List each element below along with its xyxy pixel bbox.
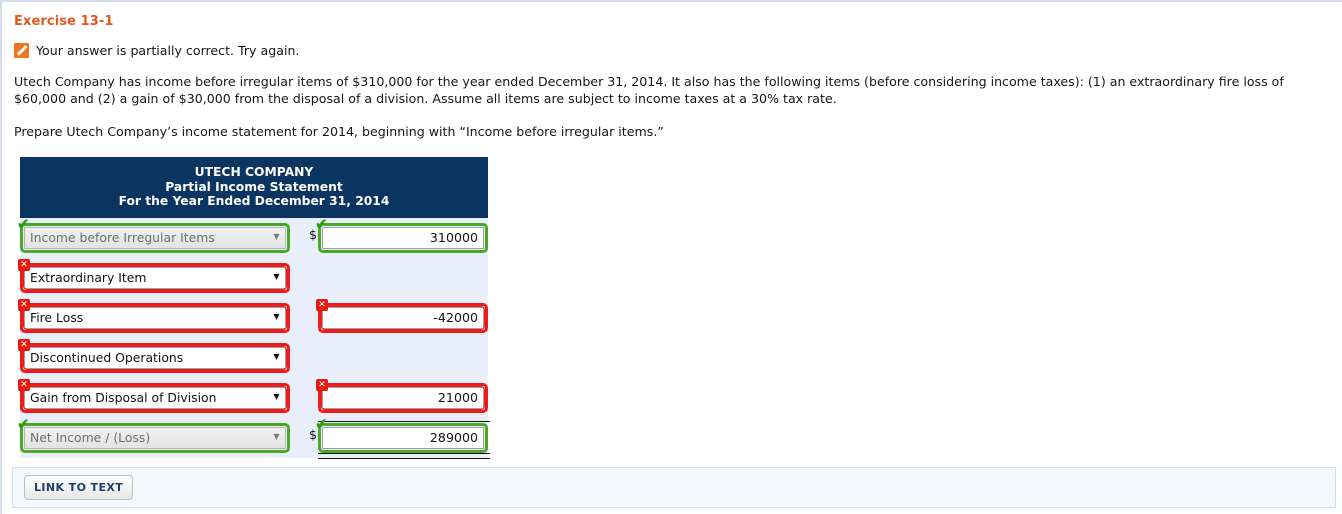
statement-line-select[interactable]: Discontinued Operations ▼ (24, 346, 286, 369)
statement-row: ✔ Net Income / (Loss) ▼ $ ✔ (17, 416, 490, 459)
income-statement-table: UTECH COMPANY Partial Income Statement F… (17, 157, 490, 459)
total-double-rule (318, 452, 490, 459)
statement-row: ✕Fire Loss▼$✕ (18, 298, 488, 338)
exercise-title: Exercise 13-1 (14, 14, 114, 29)
statement-line-select[interactable]: Fire Loss ▼ (24, 306, 286, 329)
subtotal-rule (318, 420, 490, 422)
statement-row-label-cell: ✔ Net Income / (Loss) ▼ (17, 416, 305, 453)
statement-line-select[interactable]: Gain from Disposal of Division ▼ (24, 386, 286, 409)
chevron-down-icon: ▼ (273, 351, 280, 361)
answer-status-text: Your answer is partially correct. Try ag… (36, 43, 300, 58)
statement-period: For the Year Ended December 31, 2014 (118, 194, 390, 209)
statement-row-amount-cell (310, 338, 314, 343)
chevron-down-icon: ▼ (273, 431, 280, 441)
chevron-down-icon: ▼ (273, 271, 280, 281)
cross-icon: ✕ (18, 298, 30, 311)
incorrect-outline: ✕ (316, 298, 488, 333)
amount-input[interactable] (322, 426, 484, 449)
check-icon: ✔ (315, 414, 328, 433)
cross-icon: ✕ (316, 298, 328, 311)
partial-correct-icon (14, 43, 29, 58)
statement-row-label-cell: ✕ Gain from Disposal of Division ▼ (18, 378, 305, 413)
statement-row: ✕ Discontinued Operations ▼ (18, 338, 488, 378)
statement-row-amount-cell: $ ✔ (305, 216, 488, 253)
exercise-page: Exercise 13-1 Your answer is partially c… (0, 0, 1342, 514)
incorrect-outline: ✕ Extraordinary Item ▼ (18, 258, 290, 293)
cross-icon: ✕ (18, 258, 30, 271)
statement-row-label-cell: ✕ Discontinued Operations ▼ (18, 338, 310, 373)
problem-instruction: Prepare Utech Company’s income statement… (14, 124, 664, 139)
correct-outline: ✔ (315, 216, 488, 253)
statement-header: UTECH COMPANY Partial Income Statement F… (20, 157, 488, 218)
footer-bar: LINK TO TEXT (12, 467, 1336, 508)
cross-icon: ✕ (18, 378, 30, 391)
problem-paragraph: Utech Company has income before irregula… (14, 74, 1284, 106)
incorrect-outline: ✕ (316, 378, 488, 413)
statement-line-select[interactable]: Extraordinary Item ▼ (24, 266, 286, 289)
incorrect-outline: ✕ Fire Loss ▼ (18, 298, 290, 333)
statement-row-label-cell: ✔ Income before Irregular Items ▼ (17, 216, 305, 253)
check-icon: ✔ (17, 414, 30, 433)
statement-row-label-cell: ✕ Fire Loss ▼ (18, 298, 305, 333)
statement-title: Partial Income Statement (165, 179, 343, 194)
incorrect-outline: ✕ Gain from Disposal of Division ▼ (18, 378, 290, 413)
chevron-down-icon: ▼ (273, 311, 280, 321)
chevron-down-icon: ▼ (273, 231, 280, 241)
statement-row-amount-cell: $✕ (305, 298, 488, 333)
statement-line-select[interactable]: Net Income / (Loss) ▼ (24, 426, 286, 449)
statement-line-select[interactable]: Income before Irregular Items ▼ (24, 226, 286, 249)
answer-status: Your answer is partially correct. Try ag… (14, 43, 1334, 58)
statement-row-label-cell: ✕ Extraordinary Item ▼ (18, 258, 310, 293)
link-to-text-button[interactable]: LINK TO TEXT (24, 475, 134, 500)
amount-input[interactable] (322, 306, 484, 329)
cross-icon: ✕ (18, 338, 30, 351)
amount-input[interactable] (322, 386, 484, 409)
chevron-down-icon: ▼ (273, 391, 280, 401)
statement-row-amount-cell: $ ✔ (305, 416, 490, 459)
statement-company: UTECH COMPANY (194, 165, 314, 179)
correct-outline: ✔ (315, 416, 488, 453)
correct-outline: ✔ Net Income / (Loss) ▼ (17, 416, 290, 453)
statement-row-amount-cell: $✕ (305, 378, 488, 413)
cross-icon: ✕ (316, 378, 328, 391)
amount-box: ✔ (315, 216, 488, 253)
amount-input[interactable] (322, 226, 484, 249)
statement-row-amount-cell (310, 258, 314, 263)
check-icon: ✔ (315, 214, 328, 233)
correct-outline: ✔ Income before Irregular Items ▼ (17, 216, 290, 253)
amount-box: ✕ (316, 298, 488, 333)
statement-row: ✕ Extraordinary Item ▼ (18, 258, 488, 298)
exercise-content: Exercise 13-1 Your answer is partially c… (2, 2, 1342, 459)
amount-box: ✔ (315, 416, 490, 459)
statement-rows: ✔Income before Irregular Items▼$✔✕Extrao… (17, 216, 490, 459)
statement-row: ✔ Income before Irregular Items ▼ $ ✔ (17, 216, 488, 258)
check-icon: ✔ (17, 214, 30, 233)
statement-row: ✕Gain from Disposal of Division▼$✕ (18, 378, 488, 418)
incorrect-outline: ✕ Discontinued Operations ▼ (18, 338, 290, 373)
amount-box: ✕ (316, 378, 488, 413)
